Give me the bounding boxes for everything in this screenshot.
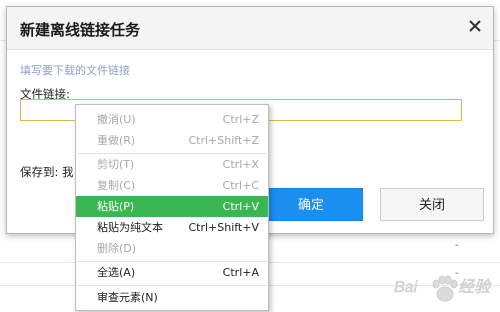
input-hint: 填写要下载的文件链接 (20, 64, 130, 77)
svg-text:经验: 经验 (458, 278, 492, 296)
dialog-title: 新建离线链接任务 (20, 21, 141, 39)
dialog-header: 新建离线链接任务 (7, 7, 493, 50)
menu-item-label: 撤消(U) (97, 113, 136, 126)
close-button[interactable]: 关闭 (380, 188, 484, 221)
svg-text:Bai: Bai (394, 279, 418, 296)
baidu-paw-logo-icon: Bai 经验 (394, 275, 492, 302)
menu-item-label: 删除(D) (97, 242, 137, 255)
menu-item-shortcut: Ctrl+V (222, 200, 259, 213)
menu-item-label: 重做(R) (97, 134, 136, 147)
menu-item-copy[interactable]: 复制(C) Ctrl+C (76, 175, 268, 196)
menu-item-label: 审查元素(N) (97, 291, 158, 304)
baidu-jingyan-watermark: Bai 经验 (392, 268, 492, 308)
menu-item-shortcut: Ctrl+Z (222, 113, 259, 126)
close-icon[interactable] (466, 17, 484, 35)
menu-item-select-all[interactable]: 全选(A) Ctrl+A (76, 262, 268, 283)
menu-item-shortcut: Ctrl+X (222, 158, 259, 171)
menu-item-shortcut: Ctrl+Shift+Z (188, 134, 259, 147)
menu-item-delete[interactable]: 删除(D) (76, 238, 268, 259)
menu-item-label: 粘贴(P) (97, 200, 135, 213)
background-mark: - (455, 240, 459, 251)
menu-item-inspect-element[interactable]: 审查元素(N) (76, 287, 268, 308)
context-menu: 撤消(U) Ctrl+Z 重做(R) Ctrl+Shift+Z 剪切(T) Ct… (75, 104, 269, 311)
menu-item-redo[interactable]: 重做(R) Ctrl+Shift+Z (76, 130, 268, 151)
save-to-label: 保存到: 我 (20, 165, 74, 179)
menu-item-shortcut: Ctrl+A (222, 266, 259, 279)
menu-item-undo[interactable]: 撤消(U) Ctrl+Z (76, 109, 268, 130)
menu-item-label: 复制(C) (97, 179, 136, 192)
menu-item-shortcut: Ctrl+C (222, 179, 259, 192)
menu-item-label: 全选(A) (97, 266, 136, 279)
menu-item-shortcut: Ctrl+Shift+V (188, 221, 259, 234)
menu-separator (77, 285, 267, 286)
menu-item-paste-plain-text[interactable]: 粘贴为纯文本 Ctrl+Shift+V (76, 217, 268, 238)
menu-item-label: 剪切(T) (97, 158, 135, 171)
menu-item-cut[interactable]: 剪切(T) Ctrl+X (76, 154, 268, 175)
menu-item-label: 粘贴为纯文本 (97, 221, 163, 234)
confirm-button[interactable]: 确定 (259, 188, 363, 221)
menu-item-paste[interactable]: 粘贴(P) Ctrl+V (76, 196, 268, 217)
